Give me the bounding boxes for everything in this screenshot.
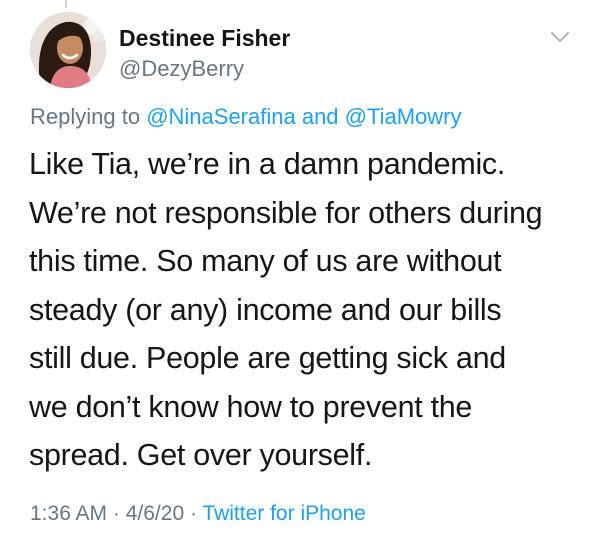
reply-mention-link[interactable]: @NinaSerafina (146, 104, 296, 129)
tweet-text-line: spread. Get over yourself. (29, 438, 373, 472)
avatar[interactable] (30, 12, 106, 88)
tweet-text-line: We’re not responsible for others during (29, 195, 543, 230)
user-handle[interactable]: @DezyBerry (119, 56, 244, 82)
display-name[interactable]: Destinee Fisher (119, 25, 290, 52)
replying-to-label: Replying to (30, 104, 147, 129)
tweet-date[interactable]: 4/6/20 (126, 502, 184, 525)
thread-connector-line (65, 0, 67, 8)
reply-mention-link[interactable]: @TiaMowry (345, 104, 462, 129)
chevron-down-icon[interactable] (549, 30, 571, 44)
meta-separator: · (184, 502, 203, 525)
meta-separator: · (107, 502, 126, 525)
tweet-text-line: this time. So many of us are without (29, 244, 502, 278)
tweet-time[interactable]: 1:36 AM (30, 502, 107, 525)
tweet-text-line: still due. People are getting sick and (29, 341, 506, 375)
tweet-meta: 1:36 AM · 4/6/20 · Twitter for iPhone (30, 502, 366, 526)
tweet-text-line: we don’t know how to prevent the (29, 389, 473, 424)
tweet-source-link[interactable]: Twitter for iPhone (202, 502, 365, 525)
tweet-body: Like Tia, we’re in a damn pandemic. We’r… (29, 140, 579, 480)
tweet-text-line: steady (or any) income and our bills (29, 292, 502, 327)
reply-mention-conjunction[interactable]: and (296, 104, 345, 129)
replying-to-line: Replying to @NinaSerafina and @TiaMowry (30, 104, 462, 130)
avatar-photo-icon (30, 12, 106, 88)
tweet-text-line: Like Tia, we’re in a damn pandemic. (29, 147, 506, 181)
